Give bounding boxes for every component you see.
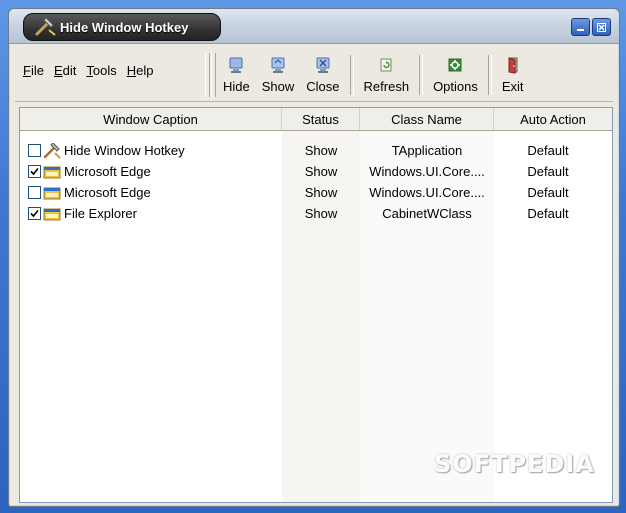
class-name-cell: Windows.UI.Core.... (369, 185, 485, 200)
menu-help[interactable]: Help (123, 61, 158, 81)
caption-text: Hide Window Hotkey (64, 143, 185, 158)
status-cell: Show (304, 206, 338, 221)
status-cell: Show (304, 164, 338, 179)
table-row[interactable]: Microsoft Edge Show Windows.UI.Core.... Def… (20, 161, 612, 182)
caption-text: File Explorer (64, 206, 137, 221)
hide-label: Hide (223, 79, 250, 94)
minimize-button[interactable] (571, 18, 590, 36)
options-icon (448, 58, 462, 72)
show-label: Show (261, 79, 295, 94)
caption-cell: Hide Window Hotkey (20, 142, 282, 159)
refresh-button[interactable]: Refresh (358, 51, 416, 99)
menu-bar: File Edit Tools Help (19, 61, 157, 81)
close-window-button[interactable]: Close (300, 51, 345, 99)
close-button[interactable] (592, 18, 611, 36)
menu-accel: F (23, 63, 31, 78)
menu-label: dit (62, 63, 77, 78)
menu-label: ools (92, 63, 117, 78)
window-icon (43, 187, 61, 199)
table-row[interactable]: File Explorer Show CabinetWClass Default (20, 203, 612, 224)
close-monitor-icon (316, 57, 330, 73)
header-status[interactable]: Status (282, 108, 360, 130)
menu-edit[interactable]: Edit (50, 61, 80, 81)
caption-cell: Microsoft Edge (20, 185, 282, 201)
caption-text: Microsoft Edge (64, 185, 151, 200)
options-button[interactable]: Options (427, 51, 484, 99)
header-class-name[interactable]: Class Name (360, 108, 494, 130)
checkmark-icon (30, 167, 39, 176)
watermark: SOFTPEDIA (434, 450, 595, 478)
exit-door-icon (508, 57, 518, 74)
window-icon (43, 166, 61, 178)
command-area: File Edit Tools Help Hide Show Close Ref… (15, 47, 613, 102)
toolbar-grip[interactable] (211, 53, 216, 97)
refresh-label: Refresh (363, 79, 410, 94)
header-window-caption[interactable]: Window Caption (20, 108, 282, 130)
list-header: Window Caption Status Class Name Auto Ac… (20, 108, 612, 131)
table-row[interactable]: Microsoft Edge Show Windows.UI.Core.... Def… (20, 182, 612, 203)
header-auto-action[interactable]: Auto Action (494, 108, 612, 130)
row-checkbox[interactable] (28, 165, 41, 178)
refresh-icon (380, 58, 392, 72)
class-name-cell: TApplication (391, 143, 463, 158)
menu-accel: E (53, 63, 63, 78)
hide-monitor-icon (229, 57, 243, 73)
status-cell: Show (304, 185, 338, 200)
window-icon (43, 208, 61, 220)
caption-cell: File Explorer (20, 206, 282, 222)
minimize-icon (577, 28, 584, 31)
status-cell: Show (304, 143, 338, 158)
class-name-cell: CabinetWClass (382, 206, 472, 221)
close-label: Close (306, 79, 340, 94)
toolbar-separator (349, 55, 354, 95)
hammer-icon (43, 142, 61, 159)
auto-action-cell: Default (527, 206, 569, 221)
caption-text: Microsoft Edge (64, 164, 151, 179)
window-list[interactable]: Window Caption Status Class Name Auto Ac… (19, 107, 613, 503)
menu-label: elp (136, 63, 154, 78)
window-title: Hide Window Hotkey (60, 19, 189, 35)
table-row[interactable]: Hide Window Hotkey Show TApplication Defaul… (20, 140, 612, 161)
menu-accel: H (126, 63, 137, 78)
auto-action-cell: Default (527, 185, 569, 200)
auto-action-cell: Default (527, 164, 569, 179)
show-monitor-icon (271, 57, 285, 73)
show-button[interactable]: Show (256, 51, 301, 99)
toolbar-grip[interactable] (205, 53, 210, 97)
title-tab: Hide Window Hotkey (23, 13, 221, 41)
row-checkbox[interactable] (28, 144, 41, 157)
auto-action-cell: Default (527, 143, 569, 158)
caption-cell: Microsoft Edge (20, 164, 282, 180)
title-bar[interactable]: Hide Window Hotkey (9, 9, 619, 44)
menu-label: ile (30, 63, 44, 78)
close-icon (597, 22, 606, 32)
toolbar: Hide Show Close Refresh Options Exit (217, 51, 530, 99)
toolbar-separator (419, 55, 424, 95)
row-checkbox[interactable] (28, 207, 41, 220)
hammer-icon (35, 17, 56, 36)
list-rows: Hide Window Hotkey Show TApplication Defaul… (20, 140, 612, 224)
checkmark-icon (30, 209, 39, 218)
menu-file[interactable]: File (19, 61, 48, 81)
class-name-cell: Windows.UI.Core.... (369, 164, 485, 179)
exit-label: Exit (501, 79, 524, 94)
toolbar-separator (487, 55, 492, 95)
row-checkbox[interactable] (28, 186, 41, 199)
options-label: Options (433, 79, 478, 94)
hide-button[interactable]: Hide (217, 51, 256, 99)
menu-tools[interactable]: Tools (82, 61, 120, 81)
app-window: Hide Window Hotkey File Edit Tools Help (8, 8, 620, 507)
window-controls (571, 18, 611, 36)
exit-button[interactable]: Exit (496, 51, 530, 99)
